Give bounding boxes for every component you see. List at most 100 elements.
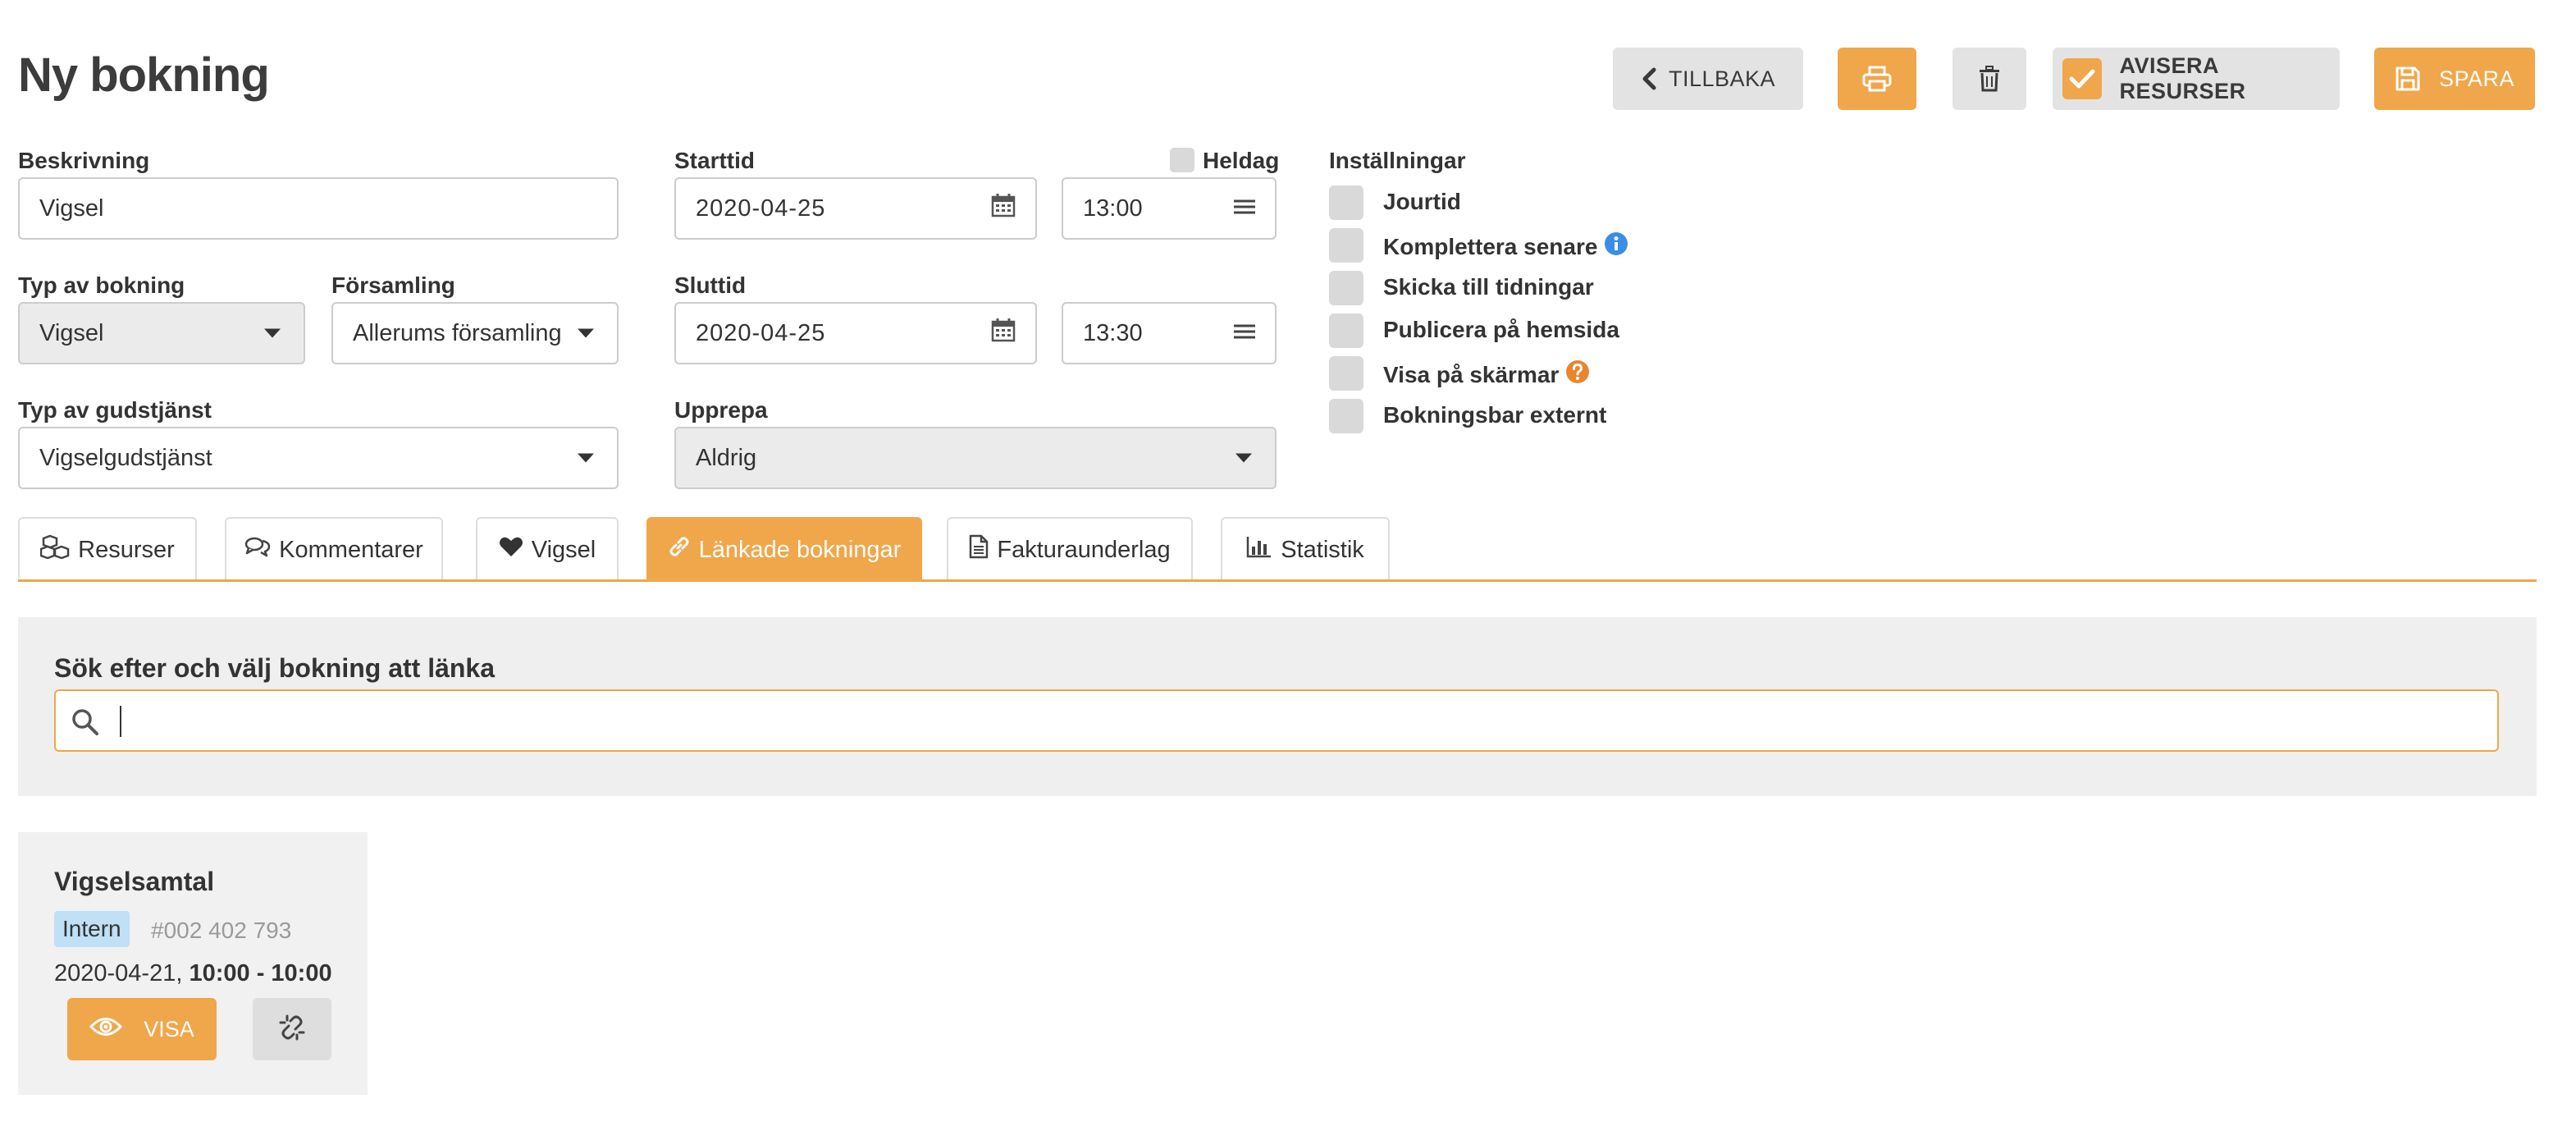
tab-invoicing-label: Fakturaunderlag <box>997 536 1171 563</box>
page-title: Ny bokning <box>18 48 270 102</box>
repeat-value: Aldrig <box>696 444 757 471</box>
trash-icon <box>1978 66 2001 92</box>
eye-icon <box>89 1016 123 1043</box>
complete-later-checkbox[interactable] <box>1329 228 1363 263</box>
show-on-screens-checkbox[interactable] <box>1329 356 1363 391</box>
tab-invoicing[interactable]: Fakturaunderlag <box>947 517 1193 581</box>
notify-resources-toggle[interactable]: AVISERA RESURSER <box>2053 48 2340 110</box>
check-icon <box>2062 58 2102 99</box>
linked-booking-title: Vigselsamtal <box>54 867 215 896</box>
print-icon <box>1862 66 1892 92</box>
tab-linked-bookings[interactable]: Länkade bokningar <box>646 517 922 581</box>
repeat-select[interactable]: Aldrig <box>674 427 1277 489</box>
bookable-externally-checkbox[interactable] <box>1329 399 1363 433</box>
publish-website-label: Publicera på hemsida <box>1383 317 1619 342</box>
complete-later-label: Komplettera senare <box>1383 231 1628 262</box>
allday-checkbox[interactable] <box>1170 148 1194 172</box>
text-cursor <box>120 706 121 737</box>
tab-comments[interactable]: Kommentarer <box>225 517 443 581</box>
tab-linked-bookings-label: Länkade bokningar <box>698 536 902 563</box>
calendar-icon[interactable] <box>991 318 1016 349</box>
booking-type-value: Vigsel <box>39 319 104 346</box>
bar-chart-icon <box>1246 535 1272 565</box>
parish-value: Allerums församling <box>353 319 562 346</box>
status-badge: Intern <box>54 911 130 947</box>
tab-statistics-label: Statistik <box>1281 536 1364 563</box>
back-button[interactable]: TILLBAKA <box>1613 48 1803 110</box>
tab-resources[interactable]: Resurser <box>18 517 197 581</box>
repeat-label: Upprepa <box>674 397 768 423</box>
end-label: Sluttid <box>674 272 747 298</box>
link-icon <box>668 535 691 565</box>
caret-down-icon <box>1235 453 1252 463</box>
start-label: Starttid <box>674 148 755 173</box>
caret-down-icon <box>578 328 594 338</box>
search-icon <box>71 707 100 741</box>
service-type-value: Vigselgudstjänst <box>39 444 212 471</box>
start-time-input[interactable]: 13:00 <box>1062 177 1277 240</box>
help-icon[interactable] <box>1565 359 1590 390</box>
settings-label: Inställningar <box>1329 148 1466 173</box>
send-to-newspapers-label: Skicka till tidningar <box>1383 274 1594 300</box>
notify-resources-label: AVISERA RESURSER <box>2119 53 2246 103</box>
start-date-value: 2020-04-25 <box>696 195 826 222</box>
save-button-label: SPARA <box>2438 66 2515 91</box>
allday-label: Heldag <box>1203 148 1280 173</box>
chevron-left-icon <box>1641 67 1657 90</box>
heart-icon <box>499 536 523 564</box>
parish-select[interactable]: Allerums församling <box>331 302 619 364</box>
unlink-icon <box>277 1013 307 1046</box>
calendar-icon[interactable] <box>991 193 1016 224</box>
service-type-label: Typ av gudstjänst <box>18 397 212 423</box>
tab-resources-label: Resurser <box>78 536 175 563</box>
linked-booking-date: 2020-04-21, <box>54 960 190 986</box>
publish-website-checkbox[interactable] <box>1329 314 1363 348</box>
link-search-panel: Sök efter och välj bokning att länka <box>18 617 2537 796</box>
delete-button[interactable] <box>1953 48 2026 110</box>
tab-wedding[interactable]: Vigsel <box>476 517 619 581</box>
show-on-screens-label: Visa på skärmar <box>1383 359 1590 390</box>
tab-wedding-label: Vigsel <box>531 536 596 563</box>
description-label: Beskrivning <box>18 148 150 173</box>
end-time-value: 13:30 <box>1083 319 1143 346</box>
description-input[interactable]: Vigsel <box>18 177 619 240</box>
menu-icon[interactable] <box>1234 320 1255 347</box>
unlink-button[interactable] <box>253 998 331 1060</box>
end-date-value: 2020-04-25 <box>696 319 826 346</box>
save-icon <box>2395 66 2421 92</box>
comments-icon <box>244 536 271 564</box>
print-button[interactable] <box>1838 48 1916 110</box>
booking-type-label: Typ av bokning <box>18 272 185 298</box>
send-to-newspapers-checkbox[interactable] <box>1329 271 1363 305</box>
tab-statistics[interactable]: Statistik <box>1221 517 1390 581</box>
document-icon <box>969 534 989 565</box>
start-date-input[interactable]: 2020-04-25 <box>674 177 1037 240</box>
view-booking-label: VISA <box>144 1016 194 1041</box>
link-search-label: Sök efter och välj bokning att länka <box>54 653 496 683</box>
end-time-input[interactable]: 13:30 <box>1062 302 1277 364</box>
on-call-label: Jourtid <box>1383 189 1461 214</box>
service-type-select[interactable]: Vigselgudstjänst <box>18 427 619 489</box>
linked-booking-card: Vigselsamtal Intern #002 402 793 2020-04… <box>18 832 368 1095</box>
save-button[interactable]: SPARA <box>2374 48 2535 110</box>
link-search-input[interactable] <box>54 689 2499 752</box>
caret-down-icon <box>264 328 281 338</box>
linked-booking-id: #002 402 793 <box>151 918 292 943</box>
description-value: Vigsel <box>39 195 104 222</box>
caret-down-icon <box>578 453 594 463</box>
start-time-value: 13:00 <box>1083 195 1143 222</box>
linked-booking-datetime: 2020-04-21, 10:00 - 10:00 <box>54 960 332 987</box>
end-date-input[interactable]: 2020-04-25 <box>674 302 1037 364</box>
back-button-label: TILLBAKA <box>1668 66 1776 91</box>
tab-underline <box>18 579 2537 582</box>
tab-comments-label: Kommentarer <box>279 536 423 563</box>
parish-label: Församling <box>331 272 455 298</box>
cubes-icon <box>39 534 70 565</box>
info-icon[interactable] <box>1604 231 1628 262</box>
booking-type-select[interactable]: Vigsel <box>18 302 305 364</box>
menu-icon[interactable] <box>1234 195 1255 222</box>
linked-booking-time: 10:00 - 10:00 <box>189 960 332 986</box>
on-call-checkbox[interactable] <box>1329 185 1363 220</box>
bookable-externally-label: Bokningsbar externt <box>1383 402 1607 428</box>
view-booking-button[interactable]: VISA <box>67 998 217 1060</box>
